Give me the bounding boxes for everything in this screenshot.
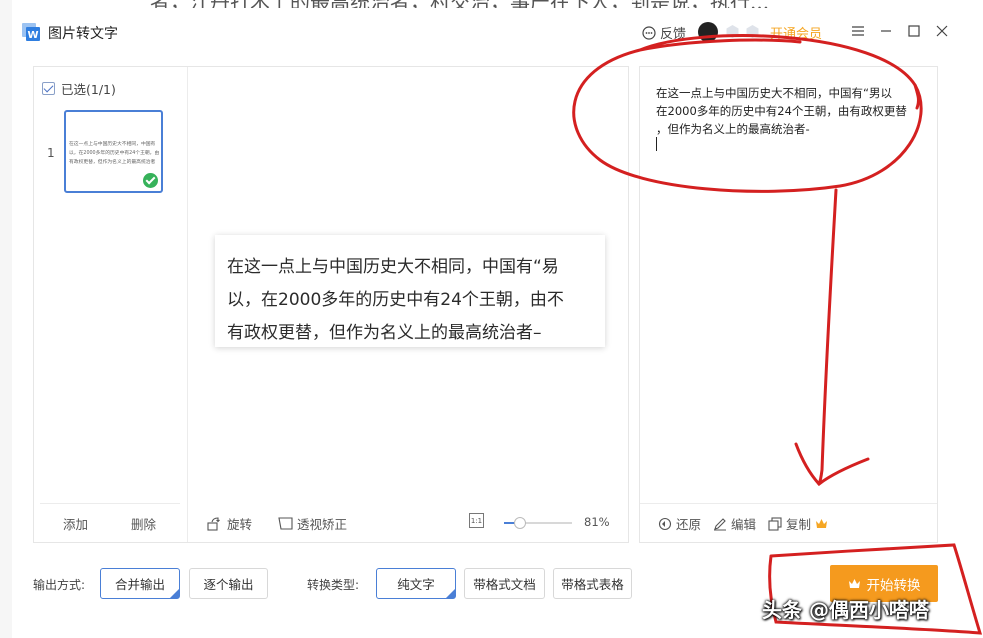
zoom-fit-button[interactable]: 1:1: [469, 513, 484, 528]
feedback-label: 反馈: [660, 27, 687, 42]
chat-bubble-icon: [642, 25, 656, 40]
source-image: 在这一点上与中国历史大不相同，中国有“易 以，在2000多年的历史中有24个王朝…: [215, 235, 605, 347]
pencil-icon: [714, 517, 727, 530]
restore-label: 还原: [676, 517, 702, 532]
minimize-icon[interactable]: [877, 22, 895, 40]
app-title: 图片转文字: [48, 26, 118, 42]
zoom-slider[interactable]: [504, 517, 572, 529]
perspective-label: 透视矫正: [297, 517, 348, 532]
thumbnail-index: 1: [47, 146, 55, 160]
copy-button[interactable]: 复制: [768, 514, 828, 533]
thumbnail-list: 已选(1/1) 1 在这一点上与中国历史大不相同，中国有 以，在2000多年的历…: [34, 67, 188, 542]
title-bar: W 图片转文字 反馈 开通会员: [0, 0, 983, 62]
checkbox-checked-icon: [42, 82, 55, 95]
maximize-icon[interactable]: [905, 22, 923, 40]
add-button[interactable]: 添加: [63, 514, 88, 533]
output-mode-label: 输出方式:: [33, 578, 86, 592]
edit-button[interactable]: 编辑: [713, 514, 756, 533]
zoom-slider-handle[interactable]: [513, 517, 526, 529]
preview-toolbar: 旋转 透视矫正: [207, 514, 367, 533]
close-icon[interactable]: [933, 22, 951, 40]
app-logo-icon: W: [22, 23, 40, 41]
result-panel: 在这一点上与中国历史大不相同，中国有“男以 在2000多年的历史中有24个王朝，…: [639, 66, 938, 543]
thumbnail-line: 有政权更替，但作为名义上的最高统治者: [69, 160, 156, 165]
restore-icon: [658, 517, 672, 530]
menu-icon[interactable]: [849, 22, 867, 40]
separate-output-option[interactable]: 逐个输出: [189, 568, 268, 599]
perspective-correct-button[interactable]: 透视矫正: [278, 514, 347, 533]
source-image-text: 在这一点上与中国历史大不相同，中国有“易 以，在2000多年的历史中有24个王朝…: [227, 251, 605, 347]
delete-button[interactable]: 删除: [131, 514, 156, 533]
text-caret: [656, 137, 657, 151]
divider: [40, 503, 180, 504]
crown-icon: [816, 519, 828, 528]
background-window-edge: [0, 0, 12, 638]
feedback-button[interactable]: 反馈: [642, 23, 686, 42]
source-line: 在这一点上与中国历史大不相同，中国有“易: [227, 257, 559, 277]
rotate-icon: [207, 516, 220, 531]
svip-badge-icon: [746, 25, 759, 38]
result-toolbar: 还原 编辑 复制: [658, 514, 840, 533]
open-vip-link[interactable]: 开通会员: [770, 23, 822, 42]
divider: [640, 503, 937, 504]
thumbnail-line: 在这一点上与中国历史大不相同，中国有: [69, 142, 156, 147]
crown-icon: [848, 579, 860, 588]
user-avatar[interactable]: [698, 22, 718, 42]
formatted-doc-option[interactable]: 带格式文档: [464, 568, 545, 599]
convert-type-label: 转换类型:: [307, 578, 360, 592]
watermark: 头条 @偶西小嗒嗒: [762, 598, 929, 622]
vip-badge-icon: [726, 25, 739, 38]
svg-text:W: W: [27, 30, 38, 41]
formatted-table-option[interactable]: 带格式表格: [553, 568, 632, 599]
copy-label: 复制: [786, 517, 812, 532]
plain-text-option[interactable]: 纯文字: [376, 568, 456, 599]
thumbnail-text: 在这一点上与中国历史大不相同，中国有 以，在2000多年的历史中有24个王朝，由…: [69, 140, 161, 167]
selected-check-icon: [143, 173, 158, 188]
select-all-label: 已选(1/1): [61, 82, 116, 97]
rotate-button[interactable]: 旋转: [207, 514, 252, 533]
thumbnail-item[interactable]: 在这一点上与中国历史大不相同，中国有 以，在2000多年的历史中有24个王朝，由…: [64, 110, 163, 193]
image-preview-area: 在这一点上与中国历史大不相同，中国有“易 以，在2000多年的历史中有24个王朝…: [189, 67, 629, 542]
perspective-icon: [278, 517, 293, 530]
rotate-label: 旋转: [227, 517, 253, 532]
copy-icon: [768, 516, 782, 531]
image-panel: 已选(1/1) 1 在这一点上与中国历史大不相同，中国有 以，在2000多年的历…: [33, 66, 629, 543]
edit-label: 编辑: [731, 517, 757, 532]
source-line: 有政权更替，但作为名义上的最高统治者–: [227, 323, 542, 343]
start-convert-label: 开始转换: [866, 577, 921, 594]
source-line: 以，在2000多年的历史中有24个王朝，由不: [227, 290, 564, 310]
result-textarea[interactable]: 在这一点上与中国历史大不相同，中国有“男以 在2000多年的历史中有24个王朝，…: [656, 84, 918, 138]
thumbnail-line: 以，在2000多年的历史中有24个王朝，由: [69, 151, 160, 156]
restore-button[interactable]: 还原: [658, 514, 701, 533]
select-all-checkbox[interactable]: 已选(1/1): [42, 79, 116, 98]
zoom-value: 81%: [584, 515, 610, 529]
merge-output-option[interactable]: 合并输出: [100, 568, 180, 599]
